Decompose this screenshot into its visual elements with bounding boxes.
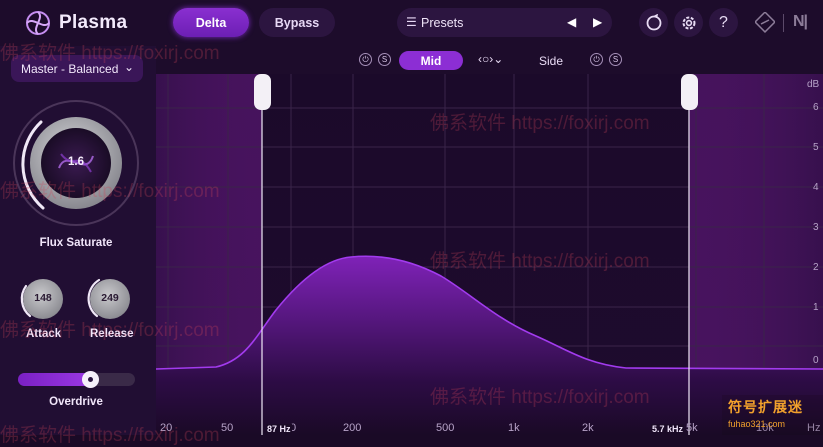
db-tick: 5 [813,142,819,153]
side-button[interactable]: Side [539,54,563,68]
release-knob[interactable]: 249 [90,279,130,319]
side-power-icon[interactable]: ⏻ [590,53,603,66]
watermark-text: 佛系软件 https://foxirj.com [430,387,650,408]
flux-saturate-label: Flux Saturate [39,237,113,249]
native-instruments-logo-icon: N| [793,13,808,30]
db-tick: 1 [813,302,819,313]
high-crossover-frequency: 5.7 kHz [651,424,685,434]
list-icon: ☰ [406,15,417,29]
site-badge-url: fuhao321.com [728,419,786,429]
history-icon [646,13,661,30]
db-tick: 2 [813,262,819,273]
hz-tick: 5k [686,422,698,434]
mid-power-icon[interactable]: ⏻ [359,53,372,66]
db-tick: 0 [813,355,819,366]
next-preset-icon[interactable]: ▶ [593,15,602,29]
watermark-text: 佛系软件 https://foxirj.com [0,43,220,64]
help-button[interactable]: ? [709,8,738,37]
previous-preset-icon[interactable]: ◀ [567,15,576,29]
presets-label: Presets [421,16,464,30]
link-toggle-icon[interactable]: ‹○›⌄ [478,52,503,66]
release-value: 249 [101,292,119,304]
watermark-text: 佛系软件 https://foxirj.com [430,113,650,134]
gear-icon [682,16,695,29]
izotope-logo-icon [755,12,775,33]
watermark-text: 佛系软件 https://foxirj.com [0,181,220,202]
high-crossover-handle[interactable] [681,74,698,110]
site-badge: 符号扩展迷 fuhao321.com [722,395,823,435]
db-tick: 4 [813,182,819,193]
hz-tick: 200 [343,422,362,434]
attack-knob[interactable]: 148 [23,279,63,319]
attack-value: 148 [34,292,52,304]
overdrive-slider-thumb[interactable] [82,371,99,388]
overdrive-slider-fill [18,373,91,386]
history-button[interactable] [639,8,668,37]
low-crossover-handle[interactable] [254,74,271,110]
question-icon: ? [719,13,728,31]
delta-button[interactable]: Delta [173,8,249,37]
mid-button[interactable]: Mid [399,51,463,70]
presets-bar[interactable]: ☰ Presets ◀ ▶ [397,8,612,37]
watermark-text: 佛系软件 https://foxirj.com [0,425,220,446]
bypass-button[interactable]: Bypass [259,8,335,37]
low-crossover-frequency: 87 Hz [266,424,292,434]
plasma-logo-icon [26,11,50,35]
flux-saturate-value: 1.6 [68,156,84,168]
db-tick: 3 [813,222,819,233]
vendor-divider [783,14,784,32]
hz-tick: 50 [221,422,234,434]
db-unit-label: dB [807,79,820,90]
settings-button[interactable] [674,8,703,37]
side-solo-icon[interactable]: S [609,53,622,66]
mid-solo-icon[interactable]: S [378,53,391,66]
watermark-text: 佛系软件 https://foxirj.com [430,251,650,272]
db-tick: 6 [813,102,819,113]
hz-tick: 1k [508,422,520,434]
app-title: Plasma [59,12,128,33]
site-badge-title: 符号扩展迷 [728,399,803,415]
hz-tick: 2k [582,422,594,434]
hz-tick: 500 [436,422,455,434]
watermark-text: 佛系软件 https://foxirj.com [0,320,220,341]
overdrive-label: Overdrive [49,396,103,408]
